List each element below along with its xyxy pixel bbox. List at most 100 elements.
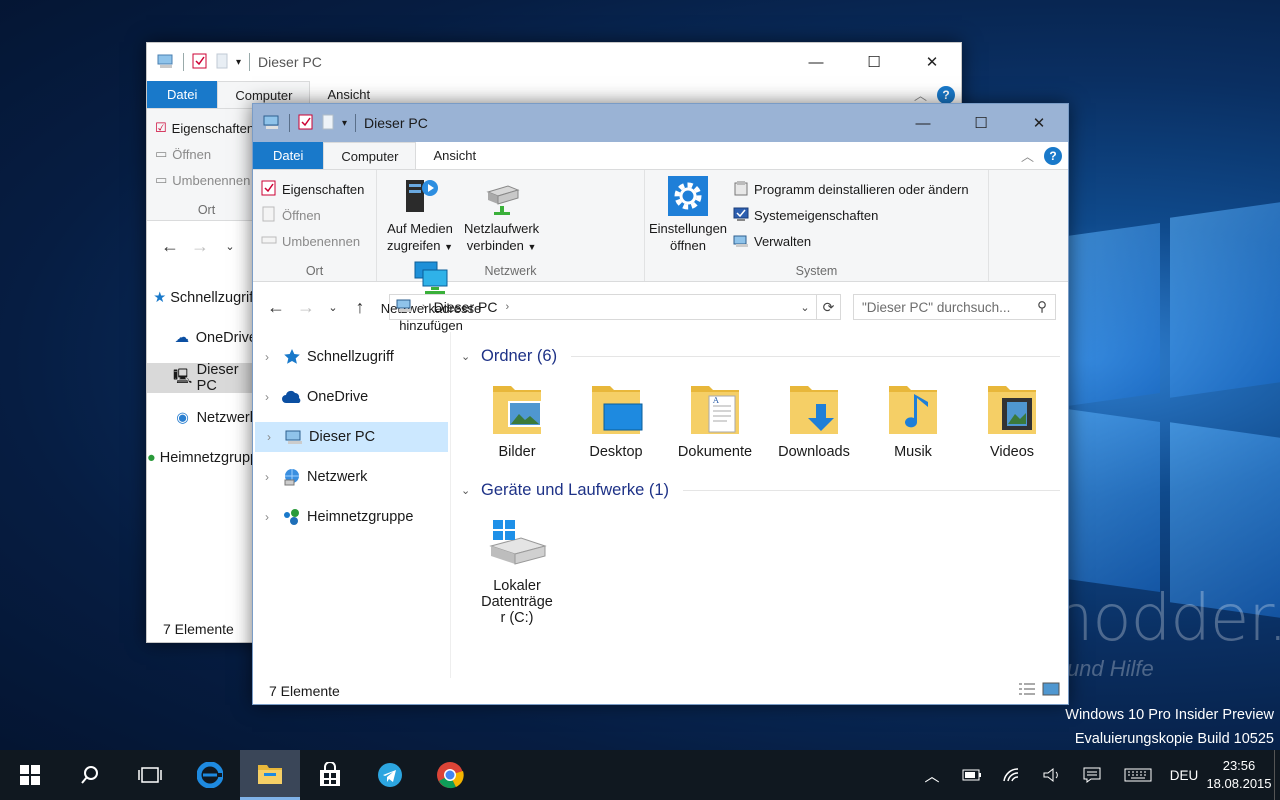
start-button[interactable] [0, 750, 60, 800]
documents-folder-icon: A [669, 374, 761, 438]
address-dropdown-icon[interactable]: ⌄ [794, 301, 816, 314]
open-button[interactable]: Öffnen [261, 202, 368, 228]
task-view-button[interactable] [120, 750, 180, 800]
properties-button[interactable]: Eigenschaften [261, 176, 368, 202]
qat-dropdown-icon[interactable]: ▾ [236, 57, 241, 68]
back-nav-homegroup[interactable]: ● Heimnetzgruppe [147, 443, 266, 473]
expand-chevron-icon[interactable]: › [253, 390, 281, 404]
back-forward-button[interactable]: → [185, 236, 215, 257]
telegram-button[interactable] [360, 750, 420, 800]
back-open-button[interactable]: ▭ Öffnen [155, 141, 258, 167]
tab-computer[interactable]: Computer [323, 142, 417, 169]
qat-dropdown-icon[interactable]: ▾ [342, 118, 347, 129]
folder-pictures[interactable]: Bilder [471, 374, 563, 460]
collapse-chevron-icon[interactable]: ⌄ [461, 484, 473, 497]
properties-qat-icon[interactable] [298, 114, 314, 133]
section-drives-header[interactable]: ⌄ Geräte und Laufwerke (1) [461, 478, 1060, 502]
maximize-button[interactable]: ☐ [952, 104, 1010, 142]
back-nav-thispc[interactable]: 🖳 Dieser PC [147, 362, 257, 394]
status-bar: 7 Elemente [253, 678, 1068, 704]
access-media-button[interactable]: Auf Medien zugreifen ▼ [381, 176, 459, 256]
back-back-button[interactable]: ← [155, 236, 185, 257]
nav-this-pc[interactable]: › Dieser PC [255, 422, 448, 452]
wifi-icon[interactable] [992, 750, 1032, 800]
back-close-button[interactable]: ✕ [903, 43, 961, 81]
clock-time: 23:56 [1222, 758, 1256, 773]
manage-button[interactable]: Verwalten [733, 228, 969, 254]
newfolder-qat-icon[interactable] [216, 53, 228, 72]
rename-button[interactable]: Umbenennen [261, 228, 368, 254]
chrome-button[interactable] [420, 750, 480, 800]
language-indicator[interactable]: DEU [1164, 750, 1204, 800]
collapse-ribbon-icon[interactable]: ︿ [1021, 146, 1034, 165]
collapse-ribbon-icon[interactable]: ︿ [914, 85, 927, 104]
expand-chevron-icon[interactable]: › [253, 350, 281, 364]
open-icon: ▭ [155, 146, 168, 161]
newfolder-qat-icon[interactable] [322, 114, 334, 133]
back-nav-network[interactable]: ◉ Netzwerk [147, 403, 257, 433]
help-icon[interactable]: ? [1044, 146, 1062, 165]
clock[interactable]: 23:56 18.08.2015 [1204, 757, 1274, 793]
back-nav-onedrive[interactable]: ☁ OneDrive [147, 323, 257, 353]
uninstall-program-button[interactable]: Programm deinstallieren oder ändern [733, 176, 969, 202]
folder-videos[interactable]: Videos [966, 374, 1058, 460]
refresh-button[interactable]: ⟳ [817, 294, 841, 320]
folder-music[interactable]: Musik [867, 374, 959, 460]
recent-locations-button[interactable]: ⌄ [321, 301, 345, 314]
window-title: Dieser PC [364, 115, 428, 131]
back-maximize-button[interactable]: ☐ [845, 43, 903, 81]
back-nav-quick[interactable]: ★ Schnellzugriff [147, 283, 257, 313]
close-button[interactable]: ✕ [1010, 104, 1068, 142]
edge-button[interactable] [180, 750, 240, 800]
search-input[interactable]: "Dieser PC" durchsuch... ⚲ [853, 294, 1056, 320]
breadcrumb-thispc[interactable]: Dieser PC [434, 299, 498, 315]
system-properties-button[interactable]: Systemeigenschaften [733, 202, 969, 228]
section-folders-header[interactable]: ⌄ Ordner (6) [461, 344, 1060, 368]
build-watermark-line1: Windows 10 Pro Insider Preview [1065, 707, 1274, 723]
show-desktop-button[interactable] [1274, 750, 1280, 800]
touch-keyboard-icon[interactable] [1112, 750, 1164, 800]
battery-icon[interactable] [952, 750, 992, 800]
nav-homegroup[interactable]: › Heimnetzgruppe [253, 502, 450, 532]
rename-icon: ▭ [155, 172, 168, 187]
folder-documents[interactable]: A Dokumente [669, 374, 761, 460]
tab-view[interactable]: Ansicht [416, 142, 493, 169]
back-properties-button[interactable]: ☑ Eigenschaften [155, 115, 258, 141]
file-explorer-taskbar-button[interactable] [240, 750, 300, 800]
back-titlebar[interactable]: ▾ Dieser PC — ☐ ✕ [147, 43, 961, 81]
help-icon[interactable]: ? [937, 85, 955, 104]
tab-file[interactable]: Datei [253, 142, 324, 169]
titlebar[interactable]: ▾ Dieser PC — ☐ ✕ [253, 104, 1068, 142]
expand-chevron-icon[interactable]: › [253, 470, 281, 484]
properties-qat-icon[interactable] [192, 53, 208, 72]
expand-chevron-icon[interactable]: › [253, 510, 281, 524]
large-icons-view-icon[interactable] [1042, 682, 1060, 699]
explorer-window[interactable]: ▾ Dieser PC — ☐ ✕ Datei Computer Ansicht… [252, 103, 1069, 705]
details-view-icon[interactable] [1018, 682, 1036, 699]
minimize-button[interactable]: — [894, 104, 952, 142]
up-button[interactable]: ↑ [345, 297, 375, 318]
expand-chevron-icon[interactable]: › [255, 430, 283, 444]
action-center-icon[interactable] [1072, 750, 1112, 800]
drive-local-c[interactable]: Lokaler Datenträge r (C:) [471, 508, 563, 626]
back-rename-button[interactable]: ▭ Umbenennen [155, 167, 258, 193]
collapse-chevron-icon[interactable]: ⌄ [461, 350, 473, 363]
back-recent-button[interactable]: ⌄ [215, 240, 245, 253]
map-network-drive-button[interactable]: Netzlaufwerk verbinden ▼ [463, 176, 541, 256]
folder-downloads[interactable]: Downloads [768, 374, 860, 460]
store-button[interactable] [300, 750, 360, 800]
address-bar[interactable]: › Dieser PC › ⌄ [389, 294, 817, 320]
volume-icon[interactable] [1032, 750, 1072, 800]
back-tab-file[interactable]: Datei [147, 81, 218, 108]
show-hidden-icons-button[interactable]: ︿ [912, 750, 952, 800]
search-button[interactable] [60, 750, 120, 800]
back-button[interactable]: ← [261, 297, 291, 318]
back-minimize-button[interactable]: — [787, 43, 845, 81]
nav-onedrive[interactable]: › OneDrive [253, 382, 450, 412]
nav-network[interactable]: › Netzwerk [253, 462, 450, 492]
breadcrumb-separator-icon[interactable]: › [505, 301, 509, 313]
forward-button[interactable]: → [291, 297, 321, 318]
folder-desktop[interactable]: Desktop [570, 374, 662, 460]
nav-quick-access[interactable]: › Schnellzugriff [253, 342, 450, 372]
open-settings-button[interactable]: Einstellungen öffnen [647, 176, 729, 254]
